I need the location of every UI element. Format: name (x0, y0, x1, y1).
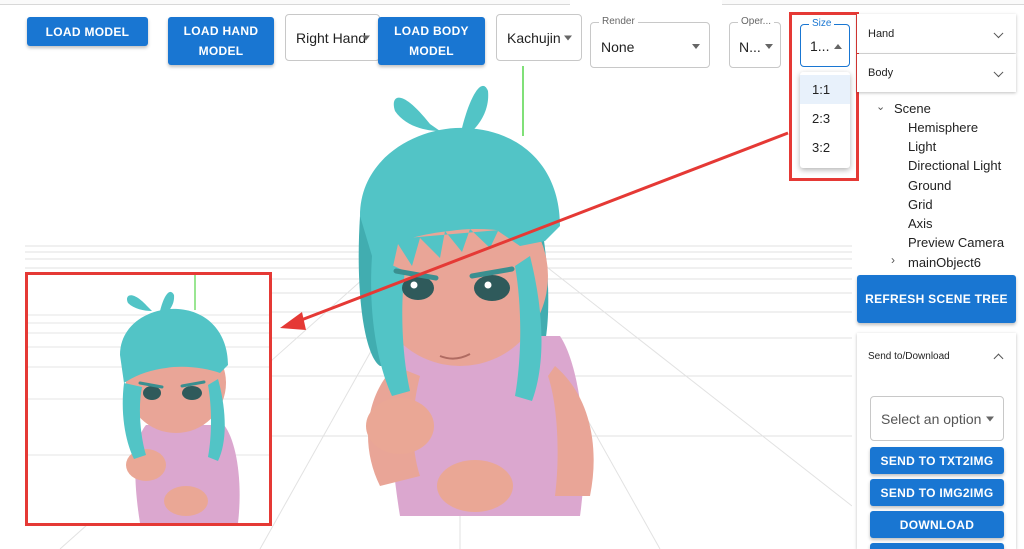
tree-item-grid[interactable]: Grid (908, 197, 933, 212)
send-target-select[interactable]: Select an option (870, 396, 1004, 441)
load-hand-model-button[interactable]: LOAD HAND MODEL (168, 17, 274, 65)
hand-accordion-label: Hand (868, 27, 895, 40)
tree-item-mainobject6[interactable]: mainObject6 (908, 255, 981, 270)
render-select-value: None (601, 39, 635, 55)
load-body-model-button[interactable]: LOAD BODY MODEL (378, 17, 485, 65)
tree-item-axis[interactable]: Axis (908, 216, 933, 231)
chevron-down-icon (362, 35, 370, 40)
operation-select-value: N... (739, 39, 761, 55)
operation-select[interactable]: Oper... N... (729, 16, 781, 68)
chevron-down-icon (986, 416, 994, 421)
body-accordion-label: Body (868, 67, 894, 79)
tree-item-ground[interactable]: Ground (908, 178, 951, 193)
extra-button-partial[interactable] (870, 543, 1004, 549)
download-button[interactable]: DOWNLOAD (870, 511, 1004, 538)
tree-item-light[interactable]: Light (908, 139, 936, 154)
chevron-up-icon[interactable] (993, 353, 1004, 364)
top-strip (0, 0, 1024, 6)
top-strip-segment (0, 0, 570, 5)
preview-render (28, 275, 269, 523)
tree-item-scene[interactable]: Scene (894, 101, 931, 116)
operation-label: Oper... (738, 16, 775, 27)
refresh-scene-tree-button[interactable]: REFRESH SCENE TREE (857, 275, 1016, 323)
hand-select-value: Right Hand (296, 29, 367, 46)
hand-select[interactable]: Right Hand (285, 14, 380, 61)
chevron-down-icon (765, 44, 773, 49)
pose-select[interactable]: Kachujin (496, 14, 582, 61)
chevron-down-icon (993, 67, 1004, 78)
pose-select-value: Kachujin (507, 29, 561, 46)
size-highlight-box (789, 12, 859, 181)
chevron-down-icon (564, 35, 572, 40)
send-to-txt2img-button[interactable]: SEND TO TXT2IMG (870, 447, 1004, 474)
collapse-caret-icon[interactable]: › (891, 253, 895, 267)
tree-item-hemisphere[interactable]: Hemisphere (908, 120, 978, 135)
send-target-placeholder: Select an option (881, 410, 982, 427)
expand-caret-icon[interactable]: ⌄ (876, 100, 885, 113)
preview-camera-inset (25, 272, 272, 526)
hand-accordion[interactable]: Hand (857, 14, 1016, 53)
chevron-down-icon (993, 27, 1004, 38)
render-label: Render (599, 16, 638, 27)
load-model-button[interactable]: LOAD MODEL (27, 17, 148, 46)
send-to-label: Send to/Download (868, 351, 950, 362)
scene-tree: ⌄ Scene Hemisphere Light Directional Lig… (876, 98, 1024, 270)
character-model (358, 85, 594, 516)
chevron-down-icon (692, 44, 700, 49)
send-to-img2img-button[interactable]: SEND TO IMG2IMG (870, 479, 1004, 506)
top-strip-segment (722, 0, 1024, 5)
tree-item-directional-light[interactable]: Directional Light (908, 158, 1001, 173)
body-accordion[interactable]: Body (857, 54, 1016, 92)
render-select[interactable]: Render None (590, 16, 710, 68)
tree-item-preview-camera[interactable]: Preview Camera (908, 235, 1004, 250)
